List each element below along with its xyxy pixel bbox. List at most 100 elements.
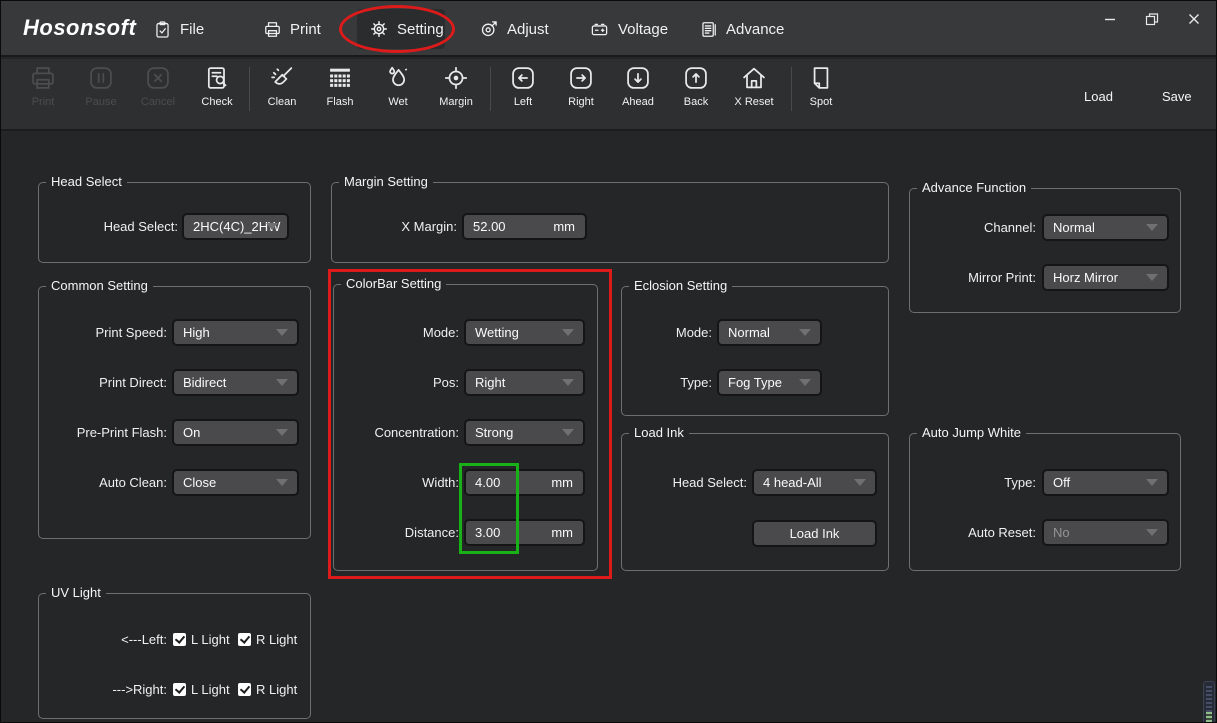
x-margin-unit: mm xyxy=(553,215,575,238)
eclosion-type-label: Type: xyxy=(622,369,712,396)
ajw-type-dropdown[interactable]: Off xyxy=(1042,469,1169,496)
menu-print[interactable]: Print xyxy=(263,1,321,57)
chevron-down-icon xyxy=(1146,529,1158,536)
colorbar-distance-label: Distance: xyxy=(334,519,459,546)
auto-clean-dropdown[interactable]: Close xyxy=(172,469,299,496)
x-margin-input[interactable]: 52.00 mm xyxy=(462,213,587,240)
colorbar-distance-input[interactable]: 3.00 mm xyxy=(464,519,585,546)
close-button[interactable] xyxy=(1183,11,1205,31)
chevron-down-icon xyxy=(276,429,288,436)
panel-title: Auto Jump White xyxy=(917,425,1026,440)
toolbar-xreset-button[interactable]: X Reset xyxy=(719,63,789,108)
chevron-down-icon xyxy=(854,479,866,486)
uv-left-llight-label: L Light xyxy=(191,626,230,653)
scrollbar-grip xyxy=(1206,686,1212,712)
ajw-reset-dropdown[interactable]: No xyxy=(1042,519,1169,546)
colorbar-pos-row: Pos: Right xyxy=(334,369,597,396)
chevron-down-icon xyxy=(799,329,811,336)
gear-icon xyxy=(369,19,389,39)
load-button[interactable]: Load xyxy=(1084,89,1113,104)
uv-left-rlight-checkbox[interactable] xyxy=(238,633,251,646)
colorbar-mode-dropdown[interactable]: Wetting xyxy=(464,319,585,346)
colorbar-width-label: Width: xyxy=(334,469,459,496)
chevron-down-icon xyxy=(799,379,811,386)
channel-dropdown[interactable]: Normal xyxy=(1042,214,1169,241)
chevron-down-icon xyxy=(276,329,288,336)
colorbar-concentration-row: Concentration: Strong xyxy=(334,419,597,446)
colorbar-pos-label: Pos: xyxy=(334,369,459,396)
chevron-down-icon xyxy=(562,429,574,436)
check-document-icon xyxy=(182,63,252,93)
uv-light-panel: UV Light <---Left: L Light R Light --->R… xyxy=(38,593,311,719)
menu-adjust[interactable]: Adjust xyxy=(479,1,549,57)
panel-title: Head Select xyxy=(46,174,127,189)
uv-right-row: --->Right: L Light R Light xyxy=(39,676,310,703)
auto-clean-row: Auto Clean: Close xyxy=(39,469,310,496)
eclosion-mode-label: Mode: xyxy=(622,319,712,346)
menu-advance-label: Advance xyxy=(726,21,784,38)
brand-logo: Hosonsoft xyxy=(23,15,136,41)
mirror-print-dropdown[interactable]: Horz Mirror xyxy=(1042,264,1169,291)
maximize-button[interactable] xyxy=(1141,11,1163,31)
ajw-reset-label: Auto Reset: xyxy=(910,519,1036,546)
eclosion-type-dropdown[interactable]: Fog Type xyxy=(717,369,822,396)
clipboard-icon xyxy=(153,20,172,39)
menu-setting[interactable]: Setting xyxy=(369,1,444,57)
restore-icon xyxy=(1145,12,1159,31)
load-ink-button[interactable]: Load Ink xyxy=(752,520,877,547)
colorbar-concentration-dropdown[interactable]: Strong xyxy=(464,419,585,446)
minimize-button[interactable] xyxy=(1099,11,1121,31)
print-direct-value: Bidirect xyxy=(183,371,226,394)
preprint-flash-dropdown[interactable]: On xyxy=(172,419,299,446)
colorbar-width-row: Width: 4.00 mm xyxy=(334,469,597,496)
x-margin-label: X Margin: xyxy=(332,213,457,240)
eclosion-setting-panel: Eclosion Setting Mode: Normal Type: Fog … xyxy=(621,286,889,416)
chevron-down-icon xyxy=(562,329,574,336)
mirror-print-row: Mirror Print: Horz Mirror xyxy=(910,264,1180,291)
colorbar-width-input[interactable]: 4.00 mm xyxy=(464,469,585,496)
toolbar-spot-label: Spot xyxy=(786,96,856,108)
chevron-down-icon xyxy=(276,479,288,486)
panel-title: Load Ink xyxy=(629,425,689,440)
uv-left-rlight-label: R Light xyxy=(256,626,297,653)
head-select-panel: Head Select Head Select: 2HC(4C)_2HW xyxy=(38,182,311,263)
uv-left-llight-checkbox[interactable] xyxy=(173,633,186,646)
toolbar-spot-button[interactable]: Spot xyxy=(786,63,856,108)
toolbar-check-button[interactable]: Check xyxy=(182,63,252,108)
colorbar-mode-row: Mode: Wetting xyxy=(334,319,597,346)
uv-left-label: <---Left: xyxy=(39,626,167,653)
print-direct-dropdown[interactable]: Bidirect xyxy=(172,369,299,396)
head-select-dropdown[interactable]: 2HC(4C)_2HW xyxy=(182,213,289,240)
eclosion-mode-dropdown[interactable]: Normal xyxy=(717,319,822,346)
uv-right-rlight-label: R Light xyxy=(256,676,297,703)
panel-title: ColorBar Setting xyxy=(341,276,446,291)
load-ink-panel: Load Ink Head Select: 4 head-All Load In… xyxy=(621,433,889,571)
menu-advance[interactable]: Advance xyxy=(699,1,784,57)
print-speed-value: High xyxy=(183,321,210,344)
app-window: Hosonsoft File Print Setting Adjust xyxy=(0,0,1217,723)
toolbar-margin-button[interactable]: Margin xyxy=(421,63,491,108)
colorbar-pos-dropdown[interactable]: Right xyxy=(464,369,585,396)
colorbar-width-unit: mm xyxy=(551,471,573,494)
chevron-down-icon xyxy=(266,223,278,230)
uv-left-row: <---Left: L Light R Light xyxy=(39,626,310,653)
uv-right-rlight-checkbox[interactable] xyxy=(238,683,251,696)
colorbar-width-value: 4.00 xyxy=(475,471,500,494)
print-speed-dropdown[interactable]: High xyxy=(172,319,299,346)
save-button[interactable]: Save xyxy=(1162,89,1192,104)
menu-file[interactable]: File xyxy=(153,1,204,57)
minimize-icon xyxy=(1103,12,1117,31)
auto-clean-label: Auto Clean: xyxy=(39,469,167,496)
preprint-flash-value: On xyxy=(183,421,200,444)
menu-voltage[interactable]: Voltage xyxy=(589,1,668,57)
print-direct-label: Print Direct: xyxy=(39,369,167,396)
menu-setting-label: Setting xyxy=(397,21,444,38)
colorbar-distance-unit: mm xyxy=(551,521,573,544)
menu-adjust-label: Adjust xyxy=(507,21,549,38)
target-icon xyxy=(479,19,499,39)
load-ink-head-dropdown[interactable]: 4 head-All xyxy=(752,469,877,496)
load-ink-button-row: Load Ink xyxy=(622,520,888,547)
scrollbar[interactable] xyxy=(1203,681,1215,723)
chevron-down-icon xyxy=(276,379,288,386)
uv-right-llight-checkbox[interactable] xyxy=(173,683,186,696)
